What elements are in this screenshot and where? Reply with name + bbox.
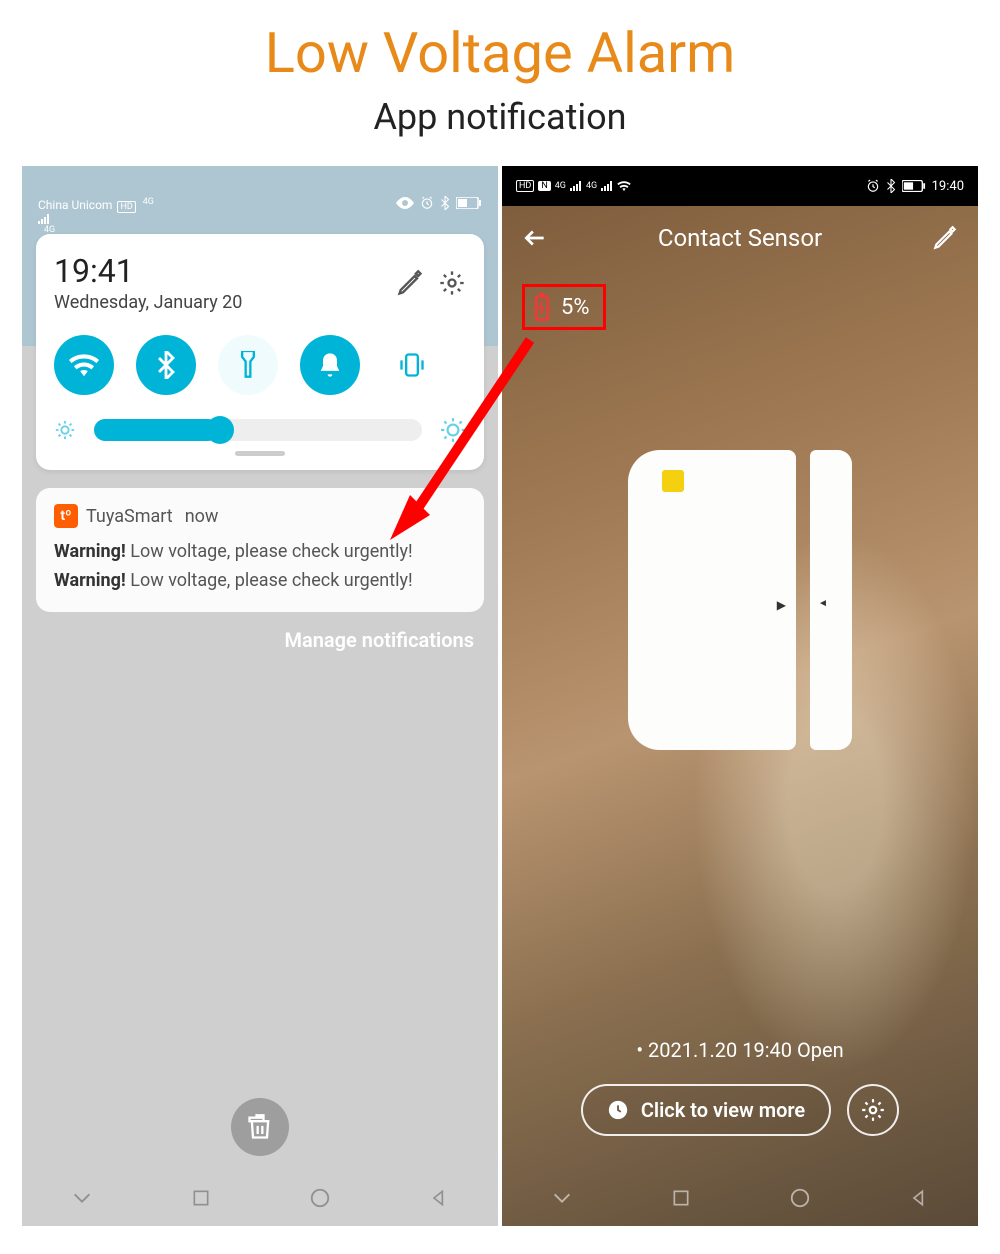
dnd-toggle[interactable] (300, 335, 360, 395)
edit-icon[interactable] (396, 269, 424, 297)
sensor-illustration: ▶ (502, 450, 978, 750)
notification-app-name: TuyaSmart (86, 506, 173, 527)
qs-time: 19:41 (54, 252, 242, 290)
view-more-label: Click to view more (641, 1098, 805, 1122)
notif-line2-bold: Warning! (54, 570, 126, 591)
phone-app-screen: HD N 4G 4G 19:40 Contact Sensor (502, 166, 978, 1226)
sensor-alignment-mark: ▶ (777, 598, 786, 612)
signal-icon-2 (601, 181, 613, 191)
page-subheading: App notification (0, 86, 1000, 138)
back-button[interactable] (522, 225, 548, 251)
page-heading: Low Voltage Alarm (0, 0, 1000, 86)
clear-all-button[interactable] (231, 1098, 289, 1156)
battery-percent: 5% (561, 295, 589, 320)
battery-level-indicator: 5% (522, 284, 606, 330)
wifi-icon (617, 181, 631, 191)
brightness-slider[interactable] (94, 419, 422, 441)
eye-comfort-icon (396, 197, 414, 209)
notif-line1-bold: Warning! (54, 541, 126, 562)
screen-title: Contact Sensor (548, 224, 932, 252)
signal-icon-2 (38, 242, 154, 252)
notif-line1-text: Low voltage, please check urgently! (126, 541, 413, 562)
notification-time: now (185, 506, 219, 527)
manage-notifications-link[interactable]: Manage notifications (22, 612, 498, 652)
notification-card[interactable]: tº TuyaSmart now Warning! Low voltage, p… (36, 488, 484, 612)
flashlight-toggle[interactable] (218, 335, 278, 395)
nav-home-icon[interactable] (191, 1188, 211, 1208)
clock-icon (607, 1099, 629, 1121)
nav-recents-icon[interactable] (551, 1187, 573, 1209)
net-indicator-1: 4G (555, 181, 566, 191)
phone-notification-shade: China Unicom HD 4G 4G 2.8 K/s China Mobi… (22, 166, 498, 1226)
nav-home-icon[interactable] (671, 1188, 691, 1208)
status-hd-badge: HD (516, 180, 534, 192)
view-more-button[interactable]: Click to view more (581, 1084, 831, 1136)
quick-settings-panel: 19:41 Wednesday, January 20 (36, 234, 484, 470)
panel-drag-handle[interactable] (235, 451, 285, 456)
net-indicator-1: 4G (143, 197, 154, 207)
vibrate-toggle[interactable] (382, 335, 442, 395)
sensor-magnet-body (810, 450, 852, 750)
status-time: 19:40 (932, 179, 964, 194)
bluetooth-icon (440, 196, 450, 210)
battery-icon (456, 197, 482, 209)
sensor-main-body: ▶ (628, 450, 796, 750)
brightness-high-icon (440, 417, 466, 443)
alarm-icon (866, 179, 880, 193)
carrier-1: China Unicom (38, 198, 112, 212)
edit-button[interactable] (932, 225, 958, 251)
signal-icon-1 (570, 181, 582, 191)
nav-recents-icon[interactable] (71, 1187, 93, 1209)
nav-back-icon[interactable] (429, 1188, 449, 1208)
nav-overview-icon[interactable] (309, 1187, 331, 1209)
status-bar: China Unicom HD 4G 4G 2.8 K/s China Mobi… (22, 166, 498, 226)
status-bar: HD N 4G 4G 19:40 (502, 166, 978, 206)
settings-button[interactable] (847, 1084, 899, 1136)
status-n-badge: N (538, 181, 550, 191)
qs-date: Wednesday, January 20 (54, 292, 242, 313)
alarm-icon (420, 196, 434, 210)
bluetooth-toggle[interactable] (136, 335, 196, 395)
signal-icon-1 (38, 214, 154, 224)
notif-line2-text: Low voltage, please check urgently! (126, 570, 413, 591)
nav-back-icon[interactable] (909, 1188, 929, 1208)
nav-bar (22, 1170, 498, 1226)
nav-bar (502, 1170, 978, 1226)
tuya-app-icon: tº (54, 504, 78, 528)
phones-row: China Unicom HD 4G 4G 2.8 K/s China Mobi… (0, 166, 1000, 1226)
battery-icon (902, 180, 926, 192)
bluetooth-icon (886, 179, 896, 193)
wifi-toggle[interactable] (54, 335, 114, 395)
brightness-low-icon (54, 419, 76, 441)
status-hd-badge: HD (117, 201, 135, 213)
last-event-log: 2021.1.20 19:40 Open (502, 1038, 978, 1062)
net-indicator-2: 4G (586, 181, 597, 191)
sensor-led-icon (662, 470, 684, 492)
gear-icon[interactable] (438, 269, 466, 297)
net-indicator-2: 4G (44, 225, 55, 235)
low-battery-icon (533, 293, 551, 321)
nav-overview-icon[interactable] (789, 1187, 811, 1209)
